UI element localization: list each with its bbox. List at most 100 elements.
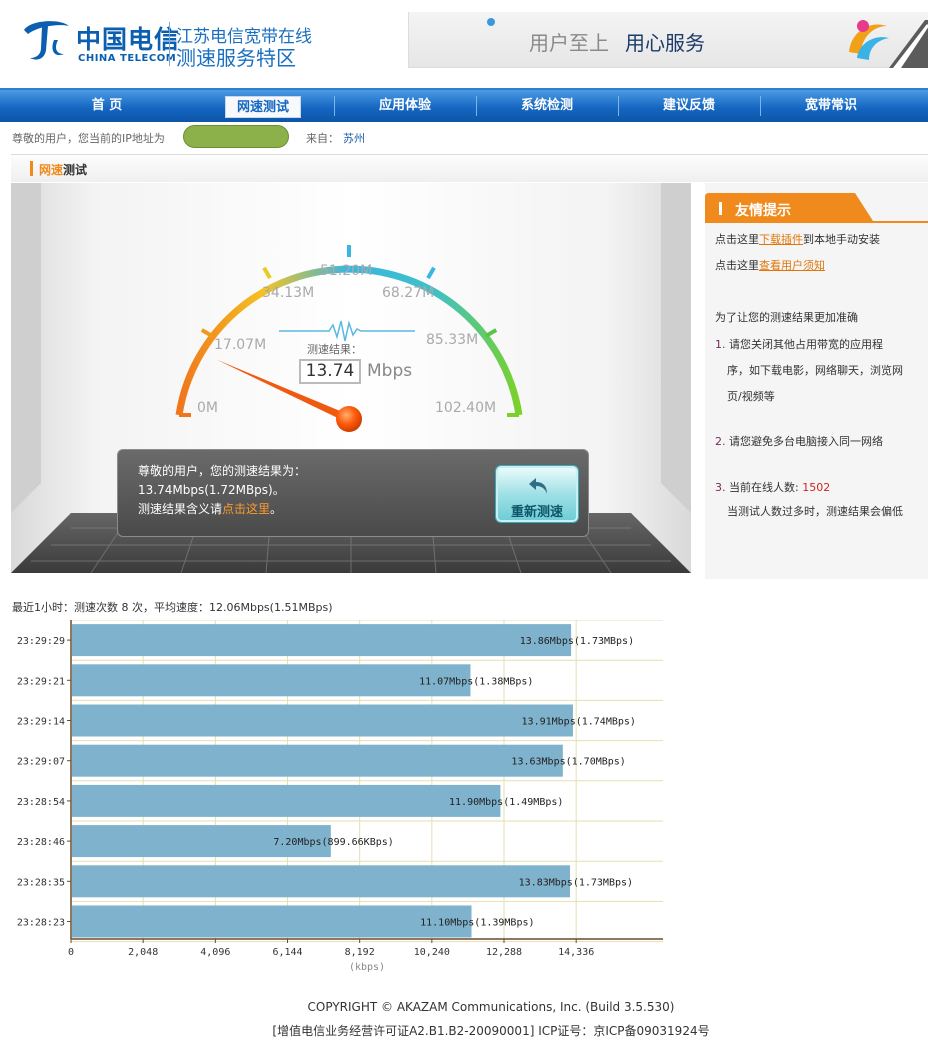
chart-x-tick-label: 0: [68, 947, 74, 958]
nav-item-broadband-faq[interactable]: 宽带常识: [776, 90, 886, 122]
chart-category-label: 23:29:07: [17, 757, 65, 768]
chart-bar: [72, 624, 572, 657]
tip-accuracy-intro: 为了让您的测速结果更加准确: [715, 311, 858, 324]
download-plugin-link[interactable]: 下载插件: [759, 233, 803, 246]
online-count: 1502: [802, 481, 831, 494]
chart-bar: [72, 905, 472, 938]
ip-label: 尊敬的用户，您当前的IP地址为: [12, 132, 165, 145]
tips-title: 友情提示: [735, 203, 791, 219]
tip-1-line1: 1. 请您关闭其他占用带宽的应用程: [715, 338, 883, 351]
chart-data-label: 13.86Mbps(1.73MBps): [520, 636, 634, 647]
gauge-tick-label: 68.27M: [382, 285, 435, 301]
china-telecom-logo-icon: [24, 21, 69, 60]
chart-x-tick-label: 12,288: [486, 947, 522, 958]
chart-data-label: 13.83Mbps(1.73MBps): [519, 877, 633, 888]
nav-item-speed-test[interactable]: 网速测试: [225, 96, 301, 118]
main-nav: 首 页 网速测试 应用体验 系统检测 建议反馈 宽带常识: [0, 88, 928, 122]
chart-x-axis-label: (kbps): [349, 962, 385, 973]
tip-user-notice: 点击这里查看用户须知: [715, 259, 825, 272]
chart-category-label: 23:28:54: [17, 797, 65, 808]
tip-3: 3. 当前在线人数: 1502: [715, 481, 831, 494]
undo-arrow-icon: [529, 478, 547, 494]
result-meaning-link[interactable]: 点击这里: [222, 502, 270, 516]
chart-x-tick-label: 8,192: [345, 947, 375, 958]
nav-separator: [760, 96, 761, 116]
message-line3-suffix: 。: [270, 502, 283, 516]
chart-x-tick-label: 14,336: [558, 947, 594, 958]
section-title: 网速测试: [39, 161, 87, 178]
chart-data-label: 13.63Mbps(1.70MBps): [511, 757, 625, 768]
slogan-part2: 用心服务: [625, 31, 705, 55]
chart-category-label: 23:29:29: [17, 636, 65, 647]
retest-button[interactable]: 重新测速: [496, 466, 578, 522]
tip-download-plugin: 点击这里下载插件到本地手动安装: [715, 233, 880, 246]
chart-category-label: 23:28:35: [17, 877, 65, 888]
nav-item-app-experience[interactable]: 应用体验: [350, 90, 460, 122]
chart-bar: [72, 744, 563, 777]
footer-license: [增值电信业务经营许可证A2.B1.B2-20090001] ICP证号：京IC…: [272, 1024, 710, 1038]
user-notice-link[interactable]: 查看用户须知: [759, 259, 825, 272]
speed-history-chart: 23:29:29 13.86Mbps(1.73MBps) 23:29:21 11.07…: [17, 620, 663, 973]
chart-data-label: 11.90Mbps(1.49MBps): [449, 797, 563, 808]
nav-item-system-check[interactable]: 系统检测: [492, 90, 602, 122]
logo-chinese-name: 中国电信: [76, 25, 181, 54]
nav-item-home[interactable]: 首 页: [62, 90, 152, 122]
chart-bar: [72, 664, 471, 697]
result-caption: 测速结果：: [307, 343, 362, 356]
nav-separator: [334, 96, 335, 116]
ip-address-redacted: [183, 125, 289, 148]
message-line3: 测速结果含义请点击这里。: [138, 500, 282, 517]
slogan-part1: 用户至上: [529, 31, 609, 55]
result-unit: Mbps: [367, 361, 413, 381]
slogan-banner: 用户至上 用心服务: [408, 12, 928, 68]
gauge-tick-label: 102.40M: [435, 400, 497, 416]
message-line1: 尊敬的用户，您的测速结果为：: [138, 464, 307, 478]
nav-item-feedback[interactable]: 建议反馈: [634, 90, 744, 122]
chart-bar: [72, 784, 501, 817]
section-header: 网速测试: [11, 154, 928, 182]
tip-2: 2. 请您避免多台电脑接入同一网络: [715, 435, 883, 448]
nav-separator: [476, 96, 477, 116]
chart-category-label: 23:28:46: [17, 837, 65, 848]
location-city: 苏州: [343, 132, 365, 145]
chart-category-label: 23:29:14: [17, 717, 65, 728]
chart-x-tick-label: 4,096: [200, 947, 230, 958]
tips-panel: 友情提示 点击这里下载插件到本地手动安装 点击这里查看用户须知 为了让您的测速结…: [705, 183, 928, 579]
chart-category-label: 23:28:23: [17, 918, 65, 929]
ip-info-row: 尊敬的用户，您当前的IP地址为 来自： 苏州: [0, 122, 928, 152]
result-value: 13.74: [299, 359, 361, 384]
logo-divider: [169, 22, 170, 66]
chart-x-tick-label: 6,144: [272, 947, 302, 958]
section-title-rest: 测试: [63, 163, 88, 177]
tips-header: 友情提示: [705, 193, 928, 223]
chart-data-label: 13.91Mbps(1.74MBps): [522, 717, 636, 728]
gauge-needle-hub: [336, 406, 362, 432]
nav-separator: [618, 96, 619, 116]
gauge-tick-label: 34.13M: [262, 285, 315, 301]
header: 中国电信 CHINA TELECOM 江苏电信宽带在线 测速服务特区 用户至上 …: [0, 0, 928, 88]
tip-3-detail: 当测试人数过多时，测速结果会偏低: [727, 505, 903, 518]
chart-data-label: 7.20Mbps(899.66KBps): [273, 837, 393, 848]
tip-1-line2: 序，如下载电影，网络聊天，浏览网: [727, 364, 903, 377]
section-title-highlight: 网速: [39, 163, 64, 177]
chart-bar: [72, 865, 571, 898]
message-line3-prefix: 测速结果含义请: [138, 502, 223, 516]
chart-bar: [72, 704, 573, 737]
gauge-tick-label: 85.33M: [426, 332, 479, 348]
gauge-tick-label: 0M: [197, 400, 218, 416]
chart-summary: 最近1小时：测速次数 8 次，平均速度：12.06Mbps(1.51MBps): [12, 601, 333, 614]
chart-x-tick-label: 2,048: [128, 947, 158, 958]
swirl-decoration-icon: [849, 20, 928, 68]
site-title-line2: 测速服务特区: [176, 46, 296, 70]
tip-1-line3: 页/视频等: [727, 390, 775, 403]
location-label: 来自：: [306, 132, 339, 145]
gauge-tick-label: 51.20M: [320, 263, 373, 279]
chart-category-label: 23:29:21: [17, 676, 65, 687]
chart-data-label: 11.10Mbps(1.39MBps): [420, 918, 534, 929]
tips-mark: [719, 202, 722, 215]
result-message-panel: 尊敬的用户，您的测速结果为： 13.74Mbps(1.72MBps)。 测速结果…: [117, 449, 589, 537]
chart-x-tick-label: 10,240: [414, 947, 450, 958]
retest-button-label: 重新测速: [510, 505, 563, 520]
message-line2: 13.74Mbps(1.72MBps)。: [138, 483, 285, 497]
logo-english-name: CHINA TELECOM: [78, 53, 177, 64]
